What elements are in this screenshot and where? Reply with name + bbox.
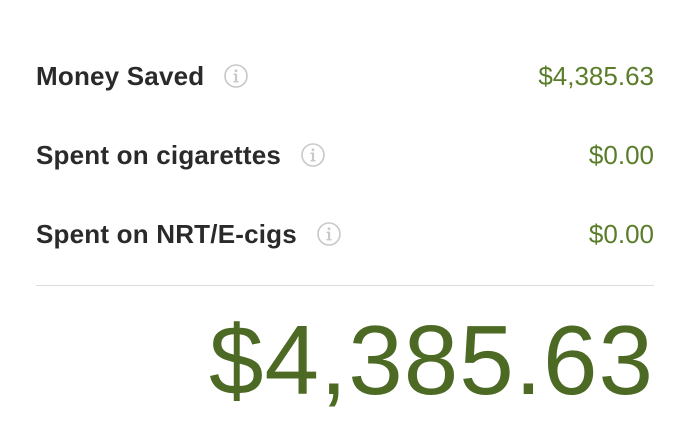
spent-on-nrt-ecigs-row: Spent on NRT/E-cigs $0.00 xyxy=(36,214,654,254)
info-icon[interactable] xyxy=(224,64,249,88)
spent-on-cigarettes-row: Spent on cigarettes $0.00 xyxy=(36,135,654,175)
total-amount: $4,385.63 xyxy=(209,305,654,415)
divider xyxy=(36,285,654,286)
info-icon[interactable] xyxy=(317,222,341,246)
money-saved-row: Money Saved $4,385.63 xyxy=(36,56,654,96)
spent-on-nrt-ecigs-value: $0.00 xyxy=(588,218,654,249)
spent-on-cigarettes-value: $0.00 xyxy=(588,139,654,170)
info-icon[interactable] xyxy=(301,143,325,167)
money-saved-label: Money Saved xyxy=(36,60,205,91)
spent-on-cigarettes-label: Spent on cigarettes xyxy=(36,139,282,170)
money-saved-value: $4,385.63 xyxy=(538,60,654,91)
spent-on-nrt-ecigs-label: Spent on NRT/E-cigs xyxy=(36,218,297,249)
